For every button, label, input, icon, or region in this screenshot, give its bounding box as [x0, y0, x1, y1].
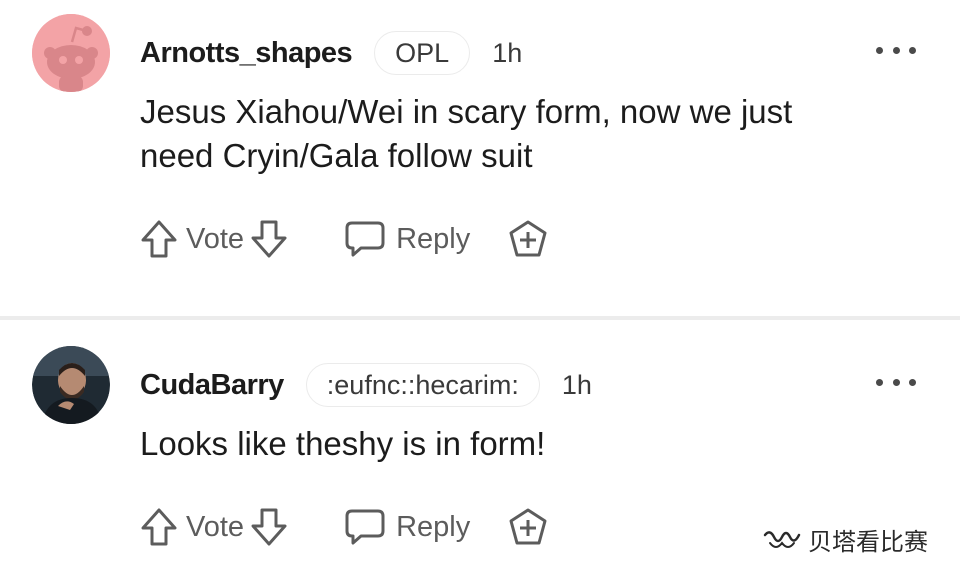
upvote-button[interactable]: [140, 507, 178, 547]
wechat-channel-icon: [763, 530, 801, 548]
comment-1: Arnotts_shapes OPL 1h Jesus Xiahou/Wei i…: [0, 0, 960, 316]
vote-label: Vote: [186, 222, 245, 255]
comment-actions: Vote Reply: [140, 214, 550, 264]
reply-button[interactable]: Reply: [344, 219, 470, 259]
reddit-snoo-icon: [32, 14, 110, 92]
comment-meta: Arnotts_shapes OPL 1h: [140, 31, 522, 75]
more-options-button[interactable]: [876, 372, 916, 392]
upvote-arrow-icon: [141, 220, 177, 258]
watermark: 贝塔看比赛: [762, 522, 928, 557]
comment-body-line: Looks like theshy is in form!: [140, 425, 546, 462]
award-button[interactable]: [506, 506, 550, 548]
speech-bubble-icon: [345, 221, 385, 257]
upvote-button[interactable]: [140, 219, 178, 259]
award-plus-icon: [509, 220, 547, 257]
comment-body-line: need Cryin/Gala follow suit: [140, 137, 533, 174]
user-flair: :eufnc::hecarim:: [305, 363, 540, 407]
comment-body: Jesus Xiahou/Wei in scary form, now we j…: [140, 90, 930, 178]
downvote-arrow-icon: [251, 220, 287, 258]
upvote-arrow-icon: [141, 508, 177, 546]
comment-meta: CudaBarry :eufnc::hecarim: 1h: [140, 363, 592, 407]
timestamp: 1h: [492, 37, 523, 68]
username[interactable]: CudaBarry: [140, 369, 284, 402]
avatar[interactable]: [32, 346, 110, 424]
comment-body: Looks like theshy is in form!: [140, 422, 930, 466]
comment-actions: Vote Reply: [140, 502, 550, 552]
reply-label: Reply: [396, 510, 471, 543]
user-photo-icon: [32, 346, 110, 424]
more-dots-icon: [876, 378, 883, 386]
watermark-text: 贝塔看比赛: [808, 529, 928, 556]
vote-label: Vote: [186, 510, 245, 543]
downvote-button[interactable]: [250, 507, 288, 547]
timestamp: 1h: [561, 369, 592, 400]
avatar[interactable]: [32, 14, 110, 92]
award-button[interactable]: [506, 218, 550, 260]
more-dots-icon: [876, 46, 883, 54]
downvote-button[interactable]: [250, 219, 288, 259]
reply-label: Reply: [396, 222, 471, 255]
user-flair: OPL: [374, 31, 471, 75]
username[interactable]: Arnotts_shapes: [140, 37, 353, 70]
award-plus-icon: [509, 508, 547, 545]
reply-button[interactable]: Reply: [344, 507, 470, 547]
downvote-arrow-icon: [251, 508, 287, 546]
speech-bubble-icon: [345, 509, 385, 545]
more-options-button[interactable]: [876, 40, 916, 60]
comment-body-line: Jesus Xiahou/Wei in scary form, now we j…: [140, 93, 793, 130]
